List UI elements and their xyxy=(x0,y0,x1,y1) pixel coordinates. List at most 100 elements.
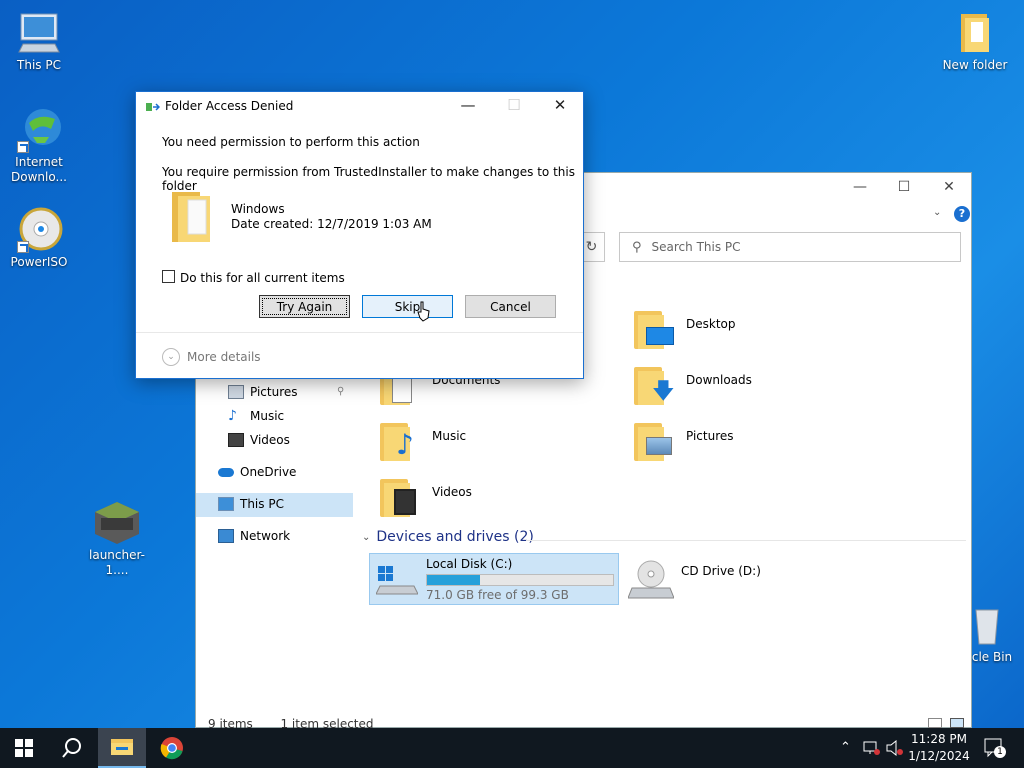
desktop-folder-icon xyxy=(634,309,678,349)
desktop-icon-label: New folder xyxy=(942,58,1008,72)
nav-label: Network xyxy=(240,529,291,543)
desktop-icon-label: PowerISO xyxy=(10,255,68,269)
idm-globe-icon xyxy=(15,107,63,153)
refresh-icon: ↻ xyxy=(585,239,598,255)
folder-downloads[interactable]: 🡇 Downloads xyxy=(634,365,752,405)
nav-item-onedrive[interactable]: OneDrive xyxy=(218,460,296,484)
folder-icon xyxy=(951,10,999,56)
pin-icon[interactable]: ⚲ xyxy=(337,386,344,397)
nav-item-pictures[interactable]: Pictures xyxy=(228,380,298,404)
network-status-icon[interactable] xyxy=(862,740,880,760)
nav-item-videos[interactable]: Videos xyxy=(228,428,290,452)
apply-all-label: Do this for all current items xyxy=(180,271,345,285)
desktop-icon-internet-download[interactable]: Internet Downlo... xyxy=(1,107,77,185)
maximize-icon[interactable]: ☐ xyxy=(889,179,919,195)
notification-count: 1 xyxy=(994,746,1006,758)
maximize-icon: ☐ xyxy=(507,96,521,114)
windows-logo-icon xyxy=(15,739,33,757)
drive-usage-bar xyxy=(426,574,614,586)
nav-item-this-pc[interactable]: This PC xyxy=(218,492,284,516)
nav-item-network[interactable]: Network xyxy=(218,524,290,548)
file-explorer-taskbar-button[interactable] xyxy=(98,728,146,768)
copy-app-icon xyxy=(146,101,161,113)
clock-time: 11:28 PM xyxy=(911,732,967,746)
folder-videos[interactable]: Videos xyxy=(380,477,472,517)
minimize-icon[interactable]: — xyxy=(454,96,482,118)
this-pc-icon xyxy=(15,10,63,56)
start-button[interactable] xyxy=(0,728,48,768)
pictures-icon xyxy=(228,385,244,399)
folder-desktop[interactable]: Desktop xyxy=(634,309,736,349)
details-view-icon[interactable] xyxy=(928,718,942,728)
system-clock[interactable]: 11:28 PM 1/12/2024 xyxy=(906,731,972,765)
large-icons-view-icon[interactable] xyxy=(950,718,964,728)
volume-muted-icon[interactable] xyxy=(886,739,904,760)
nav-item-music[interactable]: ♪ Music xyxy=(228,404,284,428)
music-folder-icon: ♪ xyxy=(380,421,424,461)
desktop-icon-label: This PC xyxy=(17,58,61,72)
close-icon[interactable]: ✕ xyxy=(934,179,964,195)
folder-pictures[interactable]: Pictures xyxy=(634,421,734,461)
desktop-icon-poweriso[interactable]: PowerISO xyxy=(1,207,77,270)
nav-label: Videos xyxy=(250,433,290,447)
downloads-folder-icon: 🡇 xyxy=(634,365,678,405)
chrome-taskbar-button[interactable] xyxy=(148,728,196,768)
desktop-icon-launcher[interactable]: launcher-1.... xyxy=(79,500,155,578)
close-icon[interactable]: ✕ xyxy=(546,96,574,118)
folder-label: Videos xyxy=(432,485,472,499)
dialog-divider xyxy=(136,332,583,333)
folder-date: Date created: 12/7/2019 1:03 AM xyxy=(231,217,432,231)
apply-all-checkbox[interactable] xyxy=(162,270,175,283)
chevron-down-icon: ⌄ xyxy=(162,348,180,366)
nav-label: Pictures xyxy=(250,385,298,399)
taskbar: ⌃ 11:28 PM 1/12/2024 1 xyxy=(0,728,1024,768)
folder-name: Windows xyxy=(231,202,285,216)
help-icon[interactable]: ? xyxy=(954,206,970,222)
show-hidden-icons-icon[interactable]: ⌃ xyxy=(840,740,851,755)
shortcut-arrow-icon xyxy=(17,241,29,253)
drive-d[interactable]: CD Drive (D:) xyxy=(626,558,826,602)
search-button[interactable] xyxy=(48,728,96,768)
folder-label: Pictures xyxy=(686,429,734,443)
shortcut-arrow-icon xyxy=(17,141,29,153)
drive-name: Local Disk (C:) xyxy=(426,557,513,571)
drive-c[interactable]: Local Disk (C:) 71.0 GB free of 99.3 GB xyxy=(369,553,619,605)
dialog-title: Folder Access Denied xyxy=(165,99,294,113)
this-pc-icon xyxy=(218,497,234,511)
folder-icon xyxy=(170,188,216,244)
pictures-folder-icon xyxy=(634,421,678,461)
devices-section-header[interactable]: ⌄ Devices and drives (2) xyxy=(362,529,534,545)
nav-label: OneDrive xyxy=(240,465,297,479)
search-icon xyxy=(62,738,81,758)
folder-label: Desktop xyxy=(686,317,736,331)
file-explorer-icon xyxy=(111,739,133,755)
nav-label: This PC xyxy=(240,497,284,511)
folder-music[interactable]: ♪ Music xyxy=(380,421,466,461)
videos-folder-icon xyxy=(380,477,424,517)
clock-date: 1/12/2024 xyxy=(908,749,970,763)
more-details-toggle[interactable]: ⌄ More details xyxy=(162,348,261,366)
more-details-label: More details xyxy=(187,350,261,364)
desktop-icon-label: launcher-1.... xyxy=(89,548,145,577)
search-placeholder: Search This PC xyxy=(651,240,741,254)
notifications-icon[interactable]: 1 xyxy=(984,738,1006,758)
minimize-icon[interactable]: — xyxy=(845,179,875,195)
chevron-down-icon[interactable]: ⌄ xyxy=(933,207,941,218)
mouse-cursor-icon xyxy=(417,301,431,323)
desktop-icon-this-pc[interactable]: This PC xyxy=(1,10,77,73)
try-again-button[interactable]: Try Again xyxy=(259,295,350,318)
search-icon: ⚲ xyxy=(632,239,642,255)
cancel-button[interactable]: Cancel xyxy=(465,295,556,318)
music-icon: ♪ xyxy=(228,408,237,424)
drive-usage-fill xyxy=(427,575,480,585)
desktop-icon-new-folder[interactable]: New folder xyxy=(937,10,1013,73)
folder-label: Music xyxy=(432,429,467,443)
recycle-bin-icon xyxy=(972,602,1002,648)
cd-drive-icon xyxy=(627,558,675,602)
permission-message: You need permission to perform this acti… xyxy=(162,135,420,149)
skip-button[interactable]: Skip xyxy=(362,295,453,318)
network-icon xyxy=(218,529,234,543)
search-input[interactable]: ⚲ Search This PC xyxy=(619,232,961,262)
chevron-down-icon: ⌄ xyxy=(362,531,371,543)
betacraft-icon xyxy=(93,500,141,546)
